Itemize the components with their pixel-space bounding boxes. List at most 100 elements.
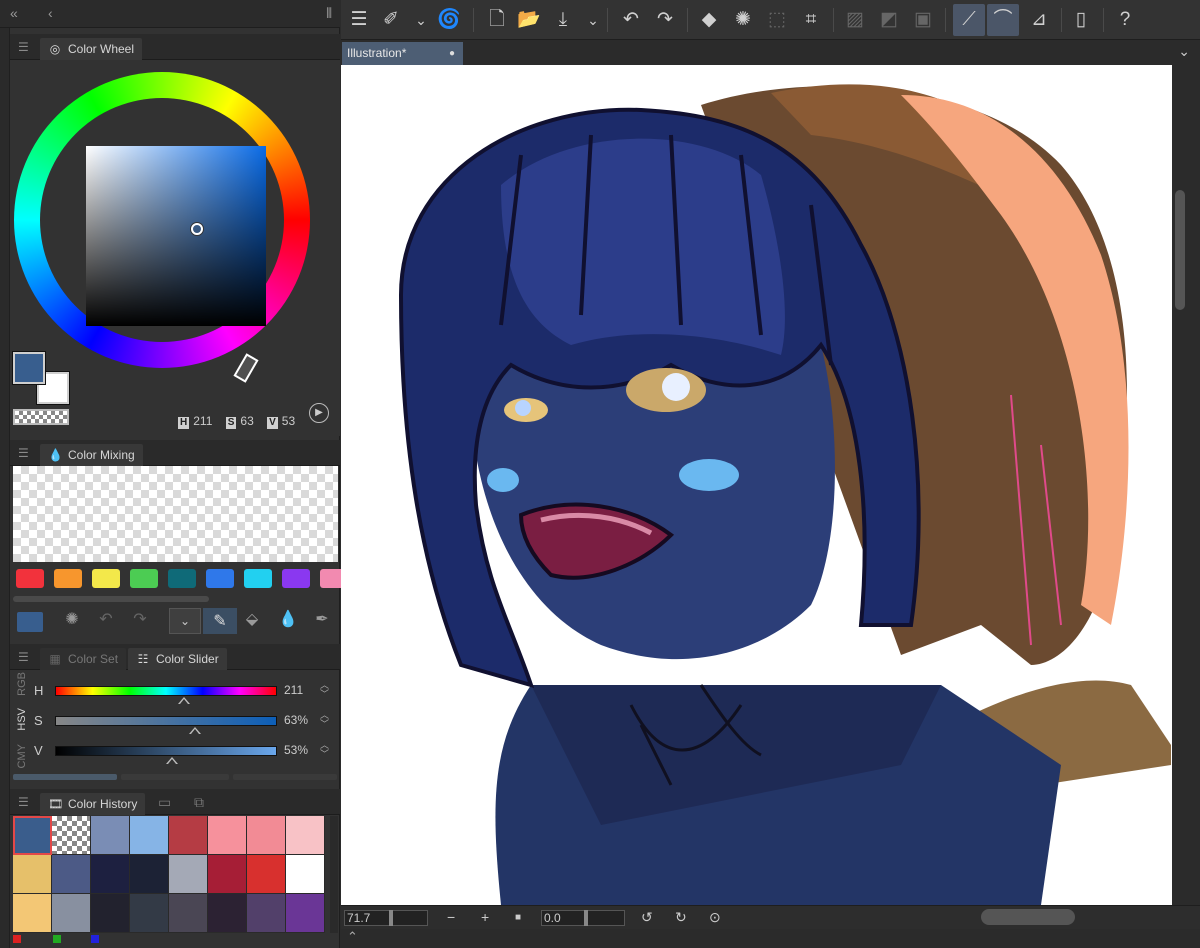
saturation-value-square[interactable]: [86, 146, 266, 326]
collapse-left-icon[interactable]: ‹: [48, 5, 53, 21]
sv-cursor[interactable]: [191, 223, 203, 235]
history-swatch[interactable]: [52, 816, 91, 855]
history-swatch[interactable]: [130, 894, 169, 933]
mode-hsv[interactable]: HSV: [16, 708, 28, 731]
rotation-field[interactable]: 0.0: [541, 910, 625, 926]
save-icon[interactable]: ⤓: [547, 4, 579, 36]
fit-screen-button[interactable]: ■: [515, 912, 521, 923]
palette-swatch[interactable]: [130, 569, 158, 588]
eraser-icon[interactable]: ⬙: [239, 608, 265, 632]
palette-scrollbar[interactable]: [13, 596, 209, 602]
nodes-icon[interactable]: ⧉: [194, 794, 204, 811]
history-swatch[interactable]: [13, 894, 52, 933]
history-swatch[interactable]: [169, 816, 208, 855]
mode-rgb[interactable]: RGB: [16, 672, 28, 696]
rotate-left-icon[interactable]: ↺: [641, 909, 653, 926]
panel-menu-icon[interactable]: ☰: [18, 40, 29, 54]
spiral-icon[interactable]: 🌀: [433, 4, 465, 36]
smartphone-icon[interactable]: ▯: [1065, 4, 1097, 36]
tab-color-mixing[interactable]: 💧 Color Mixing: [40, 444, 143, 466]
history-swatch[interactable]: [247, 894, 286, 933]
history-swatch[interactable]: [208, 855, 247, 894]
palette-swatch[interactable]: [54, 569, 82, 588]
tab-color-set[interactable]: ▦ Color Set: [40, 648, 127, 670]
brush-settings-icon[interactable]: ✐: [375, 4, 407, 36]
help-icon[interactable]: ?: [1109, 4, 1141, 36]
palette-swatch[interactable]: [16, 569, 44, 588]
saturation-slider[interactable]: [55, 716, 277, 726]
spin-arrows-icon[interactable]: ︿ ﹀: [320, 741, 329, 759]
snap-ruler-icon[interactable]: ⟋: [953, 4, 985, 36]
panel-menu-icon[interactable]: ☰: [18, 446, 29, 460]
history-swatch[interactable]: [247, 855, 286, 894]
clear-selection-icon[interactable]: ▨: [839, 4, 871, 36]
history-swatch[interactable]: [169, 855, 208, 894]
snap-grid-icon[interactable]: ⊿: [1023, 4, 1055, 36]
zoom-in-button[interactable]: +: [481, 909, 489, 925]
history-swatch[interactable]: [52, 855, 91, 894]
hue-marker[interactable]: [233, 353, 259, 383]
history-swatch[interactable]: [91, 855, 130, 894]
expand-panel-icon[interactable]: ⌃: [347, 929, 358, 945]
undo-icon[interactable]: ↶: [615, 4, 647, 36]
history-swatch[interactable]: [130, 855, 169, 894]
tab-color-wheel[interactable]: ◎ Color Wheel: [40, 38, 143, 60]
panel-menu-icon[interactable]: ☰: [18, 650, 29, 664]
eyedropper-icon[interactable]: ✒: [309, 608, 335, 632]
history-swatch[interactable]: [208, 816, 247, 855]
crop-icon[interactable]: ▣: [907, 4, 939, 36]
rotation-slider-thumb[interactable]: [584, 910, 588, 926]
zoom-field[interactable]: 71.7: [344, 910, 428, 926]
invert-selection-icon[interactable]: ◩: [873, 4, 905, 36]
redo-icon[interactable]: ↷: [127, 608, 153, 632]
history-scrollbar[interactable]: [330, 816, 338, 933]
transparent-color-swatch[interactable]: [13, 409, 69, 425]
palette-swatch[interactable]: [92, 569, 120, 588]
undo-icon[interactable]: ↶: [93, 608, 119, 632]
history-swatch[interactable]: [91, 894, 130, 933]
tab-color-slider[interactable]: ☷ Color Slider: [128, 648, 227, 670]
mix-brush-tool[interactable]: ✎: [203, 608, 237, 634]
history-swatch[interactable]: [169, 894, 208, 933]
play-circle-icon[interactable]: ▶: [309, 403, 329, 423]
palette-swatch[interactable]: [206, 569, 234, 588]
redo-icon[interactable]: ↷: [649, 4, 681, 36]
subtab[interactable]: [13, 774, 117, 780]
value-slider-handle[interactable]: [166, 757, 178, 764]
chevron-down-icon[interactable]: ⌄: [1178, 43, 1190, 60]
hue-slider-handle[interactable]: [178, 697, 190, 704]
rotate-right-icon[interactable]: ↻: [675, 909, 687, 926]
panel-menu-icon[interactable]: ☰: [18, 795, 29, 809]
history-swatch[interactable]: [13, 855, 52, 894]
saturation-slider-handle[interactable]: [189, 727, 201, 734]
value-slider[interactable]: [55, 746, 277, 756]
loading-icon[interactable]: ✺: [727, 4, 759, 36]
mode-cmy[interactable]: CMY: [16, 744, 28, 768]
dock-collapse-strip[interactable]: [0, 0, 10, 948]
layers-icon[interactable]: ▭: [158, 794, 171, 811]
history-swatch[interactable]: [13, 816, 52, 855]
history-swatch[interactable]: [91, 816, 130, 855]
palette-swatch[interactable]: [282, 569, 310, 588]
mixing-mode-dropdown[interactable]: ⌄: [169, 608, 201, 634]
main-color-swatch[interactable]: [13, 352, 45, 384]
open-folder-icon[interactable]: 📂: [513, 4, 545, 36]
menu-icon[interactable]: ☰: [343, 4, 375, 36]
snap-special-ruler-icon[interactable]: ⌒: [987, 4, 1019, 36]
loading-icon[interactable]: ✺: [59, 608, 85, 632]
chevron-down-icon[interactable]: ⌄: [413, 4, 429, 36]
reset-rotation-icon[interactable]: ⊙: [709, 909, 721, 926]
modified-indicator[interactable]: ●: [449, 48, 455, 59]
history-swatch[interactable]: [130, 816, 169, 855]
blend-icon[interactable]: 💧: [275, 608, 301, 632]
hue-slider[interactable]: [55, 686, 277, 696]
history-swatch[interactable]: [52, 894, 91, 933]
collapse-all-icon[interactable]: «: [10, 5, 18, 21]
palette-swatch[interactable]: [168, 569, 196, 588]
color-mixing-canvas[interactable]: [13, 466, 338, 562]
palette-swatch[interactable]: [244, 569, 272, 588]
mixing-current-color[interactable]: [17, 612, 43, 632]
spin-arrows-icon[interactable]: ︿ ﹀: [320, 681, 329, 699]
select-all-icon[interactable]: ⬚: [761, 4, 793, 36]
subtab[interactable]: [233, 774, 337, 780]
